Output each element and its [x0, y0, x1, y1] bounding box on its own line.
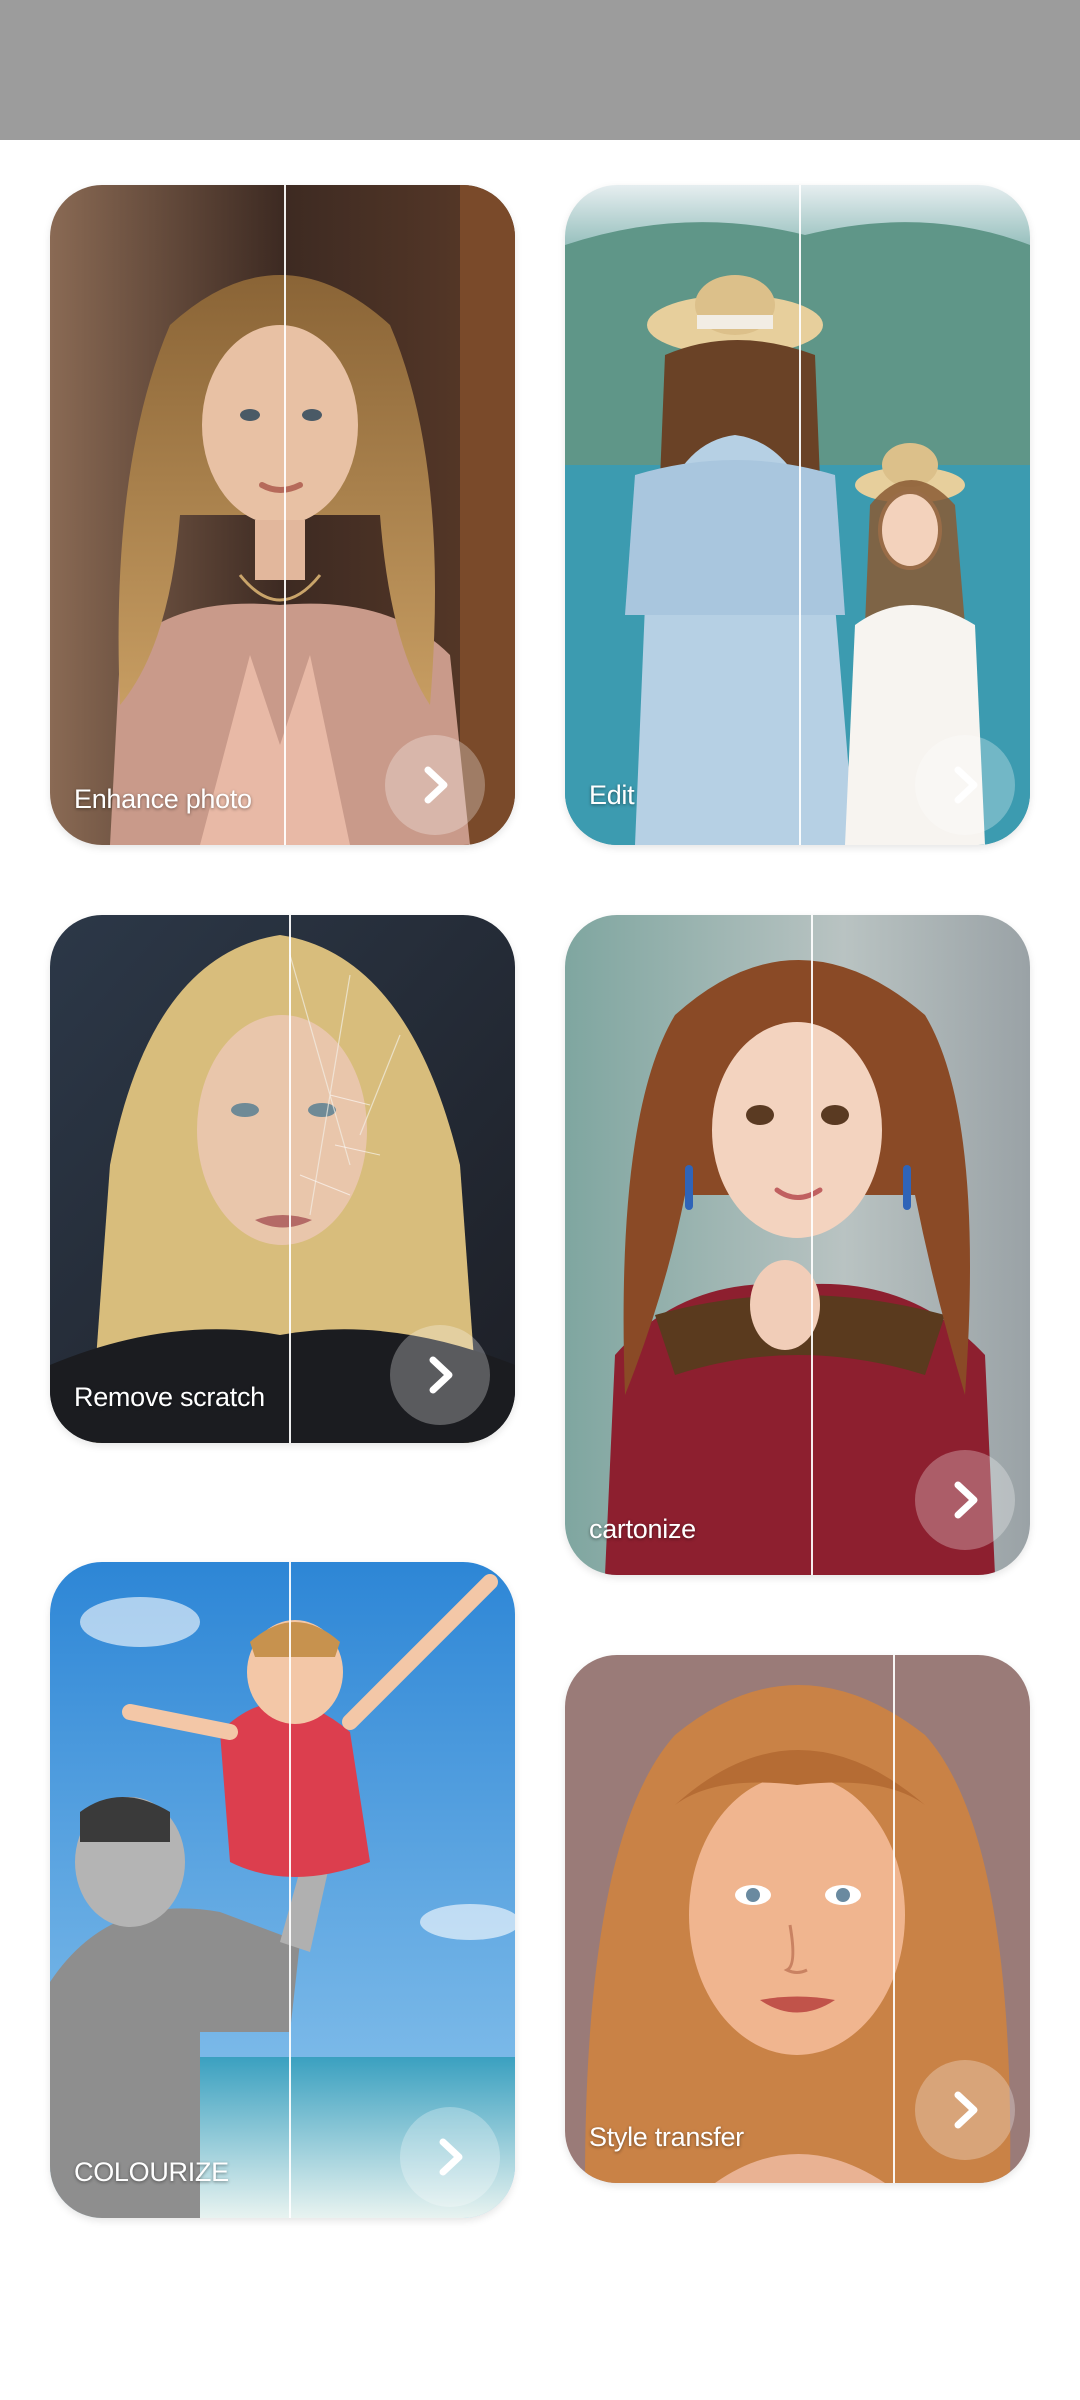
feature-card-colourize[interactable]: COLOURIZE [50, 1562, 515, 2218]
chevron-right-icon [954, 2091, 978, 2129]
feature-card-enhance-photo[interactable]: Enhance photo [50, 185, 515, 845]
chevron-right-icon [429, 1356, 453, 1394]
open-colourize-button[interactable] [400, 2107, 500, 2207]
feature-card-cartonize[interactable]: cartonize [565, 915, 1030, 1575]
status-bar [0, 0, 1080, 140]
chevron-right-icon [424, 766, 448, 804]
before-after-divider[interactable] [284, 185, 286, 845]
before-after-divider[interactable] [289, 1562, 291, 2218]
open-edit-button[interactable] [915, 735, 1015, 835]
before-after-divider[interactable] [289, 915, 291, 1443]
feature-card-remove-scratch[interactable]: Remove scratch [50, 915, 515, 1443]
feature-label: Enhance photo [74, 784, 252, 814]
chevron-right-icon [439, 2138, 463, 2176]
chevron-right-icon [954, 766, 978, 804]
feature-card-edit[interactable]: Edit [565, 185, 1030, 845]
feature-label: Style transfer [589, 2122, 744, 2152]
before-after-divider[interactable] [811, 915, 813, 1575]
feature-label: Edit [589, 780, 635, 810]
chevron-right-icon [954, 1481, 978, 1519]
open-enhance-photo-button[interactable] [385, 735, 485, 835]
feature-label: cartonize [589, 1514, 696, 1544]
before-after-divider[interactable] [893, 1655, 895, 2183]
feature-label: COLOURIZE [74, 2157, 229, 2187]
feature-label: Remove scratch [74, 1382, 265, 1412]
open-style-transfer-button[interactable] [915, 2060, 1015, 2160]
open-remove-scratch-button[interactable] [390, 1325, 490, 1425]
feature-card-style-transfer[interactable]: Style transfer [565, 1655, 1030, 2183]
open-cartonize-button[interactable] [915, 1450, 1015, 1550]
before-after-divider[interactable] [799, 185, 801, 845]
